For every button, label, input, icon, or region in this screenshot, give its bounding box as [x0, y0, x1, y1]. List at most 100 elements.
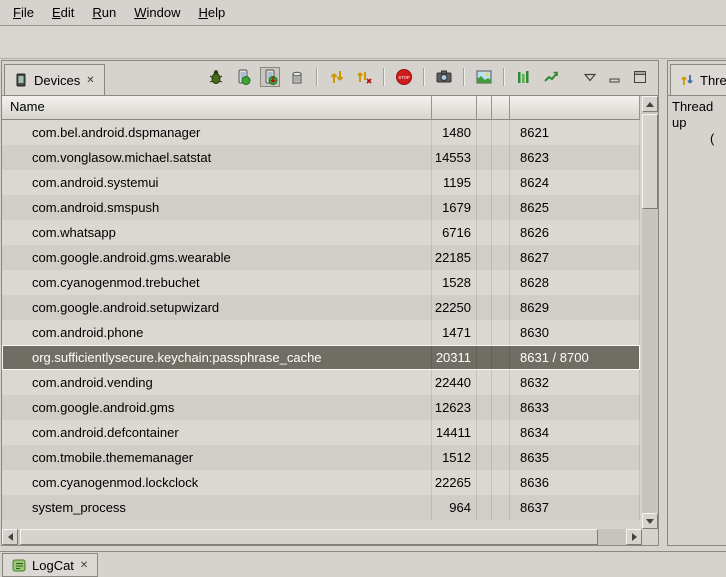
table-row[interactable]: com.cyanogenmod.trebuchet 1528 8628 — [2, 270, 640, 295]
table-row[interactable]: com.android.defcontainer 14411 8634 — [2, 420, 640, 445]
horizontal-scroll-track[interactable] — [18, 529, 626, 545]
threads-message-line1: Thread up — [672, 99, 722, 131]
column-header-name[interactable]: Name — [2, 96, 432, 120]
threads-view: Threa Thread up ( — [667, 60, 726, 546]
empty-cell — [492, 345, 510, 370]
screen-record-icon[interactable] — [474, 67, 494, 87]
ddms-window: File Edit Run Window Help Devices ✕ — [0, 0, 726, 577]
menu-file[interactable]: File — [4, 1, 43, 24]
cause-gc-icon[interactable] — [287, 67, 307, 87]
vertical-scrollbar[interactable] — [642, 96, 658, 529]
scroll-down-button[interactable] — [642, 513, 658, 529]
scroll-right-button[interactable] — [626, 529, 642, 545]
logcat-tab-icon — [11, 557, 27, 573]
process-port-cell: 8625 — [510, 195, 640, 220]
close-icon[interactable]: ✕ — [79, 560, 89, 571]
toolbar-separator — [316, 68, 318, 86]
menubar: File Edit Run Window Help — [0, 0, 726, 26]
tab-devices[interactable]: Devices ✕ — [4, 64, 105, 96]
empty-cell — [477, 295, 492, 320]
view-window-buttons — [580, 67, 650, 87]
column-header-port[interactable] — [510, 96, 640, 120]
scroll-right-icon — [632, 533, 637, 541]
table-row[interactable]: com.android.vending 22440 8632 — [2, 370, 640, 395]
menu-help[interactable]: Help — [189, 1, 234, 24]
column-header-empty[interactable] — [477, 96, 492, 120]
table-row[interactable]: org.sufficientlysecure.keychain:passphra… — [2, 345, 640, 370]
empty-cell — [492, 195, 510, 220]
menu-run[interactable]: Run — [83, 1, 125, 24]
devices-tabstrip: Devices ✕ — [2, 61, 658, 96]
table-row[interactable]: com.google.android.gms.wearable 22185 86… — [2, 245, 640, 270]
empty-cell — [492, 395, 510, 420]
scroll-left-button[interactable] — [2, 529, 18, 545]
table-row[interactable]: system_process 964 8637 — [2, 495, 640, 520]
column-headers: Name — [2, 96, 640, 120]
table-row[interactable]: com.android.phone 1471 8630 — [2, 320, 640, 345]
panel-sash[interactable] — [659, 60, 667, 546]
table-row[interactable]: com.android.smspush 1679 8625 — [2, 195, 640, 220]
process-port-cell: 8633 — [510, 395, 640, 420]
table-row[interactable]: com.vonglasow.michael.satstat 14553 8623 — [2, 145, 640, 170]
empty-cell — [477, 445, 492, 470]
process-name-cell: com.tmobile.thememanager — [2, 445, 432, 470]
column-header-empty[interactable] — [492, 96, 510, 120]
process-name-cell: com.vonglasow.michael.satstat — [2, 145, 432, 170]
devices-toolbar: STOP — [206, 67, 650, 87]
tab-logcat[interactable]: LogCat ✕ — [2, 553, 98, 577]
table-row[interactable]: com.google.android.gms 12623 8633 — [2, 395, 640, 420]
close-icon[interactable]: ✕ — [85, 75, 95, 86]
table-row[interactable]: com.android.systemui 1195 8624 — [2, 170, 640, 195]
update-threads-icon[interactable] — [327, 67, 347, 87]
start-method-profiling-icon[interactable] — [354, 67, 374, 87]
table-row[interactable]: com.google.android.setupwizard 22250 862… — [2, 295, 640, 320]
update-heap-icon[interactable] — [233, 67, 253, 87]
vertical-scroll-track[interactable] — [642, 112, 658, 513]
menu-edit[interactable]: Edit — [43, 1, 83, 24]
empty-cell — [477, 170, 492, 195]
process-name-cell: com.android.systemui — [2, 170, 432, 195]
table-row[interactable]: com.whatsapp 6716 8626 — [2, 220, 640, 245]
empty-cell — [477, 245, 492, 270]
minimize-view-icon[interactable] — [605, 67, 625, 87]
view-menu-icon[interactable] — [580, 67, 600, 87]
menu-window[interactable]: Window — [125, 1, 189, 24]
process-port-cell: 8621 — [510, 120, 640, 145]
vertical-scroll-thumb[interactable] — [642, 114, 658, 209]
process-pid-cell: 1480 — [432, 120, 477, 145]
horizontal-scrollbar[interactable] — [2, 529, 642, 545]
process-port-cell: 8629 — [510, 295, 640, 320]
table-row[interactable]: com.cyanogenmod.lockclock 22265 8636 — [2, 470, 640, 495]
empty-cell — [477, 395, 492, 420]
logcat-bar: LogCat ✕ — [0, 551, 726, 577]
debug-process-icon[interactable] — [206, 67, 226, 87]
process-port-cell: 8632 — [510, 370, 640, 395]
empty-cell — [492, 120, 510, 145]
horizontal-scroll-thumb[interactable] — [20, 529, 598, 545]
threads-tab-icon — [679, 72, 695, 88]
process-port-cell: 8628 — [510, 270, 640, 295]
column-header-pid[interactable] — [432, 96, 477, 120]
empty-cell — [492, 420, 510, 445]
devices-tab-icon — [13, 72, 29, 88]
profiling-chart-icon[interactable] — [541, 67, 561, 87]
maximize-view-icon[interactable] — [630, 67, 650, 87]
dump-hprof-icon[interactable] — [260, 67, 280, 87]
tab-threads[interactable]: Threa — [670, 64, 726, 96]
screen-capture-icon[interactable] — [434, 67, 454, 87]
table-row[interactable]: com.tmobile.thememanager 1512 8635 — [2, 445, 640, 470]
process-name-cell: com.whatsapp — [2, 220, 432, 245]
table-row[interactable]: com.bel.android.dspmanager 1480 8621 — [2, 120, 640, 145]
stop-process-icon[interactable]: STOP — [394, 67, 414, 87]
toolbar-separator — [463, 68, 465, 86]
scroll-up-button[interactable] — [642, 96, 658, 112]
empty-cell — [477, 470, 492, 495]
tracing-icon[interactable] — [514, 67, 534, 87]
process-pid-cell: 12623 — [432, 395, 477, 420]
logcat-tab-label: LogCat — [32, 558, 74, 573]
process-pid-cell: 1471 — [432, 320, 477, 345]
threads-tabstrip: Threa — [668, 61, 726, 96]
scroll-down-icon — [646, 519, 654, 524]
empty-cell — [492, 470, 510, 495]
process-pid-cell: 22265 — [432, 470, 477, 495]
